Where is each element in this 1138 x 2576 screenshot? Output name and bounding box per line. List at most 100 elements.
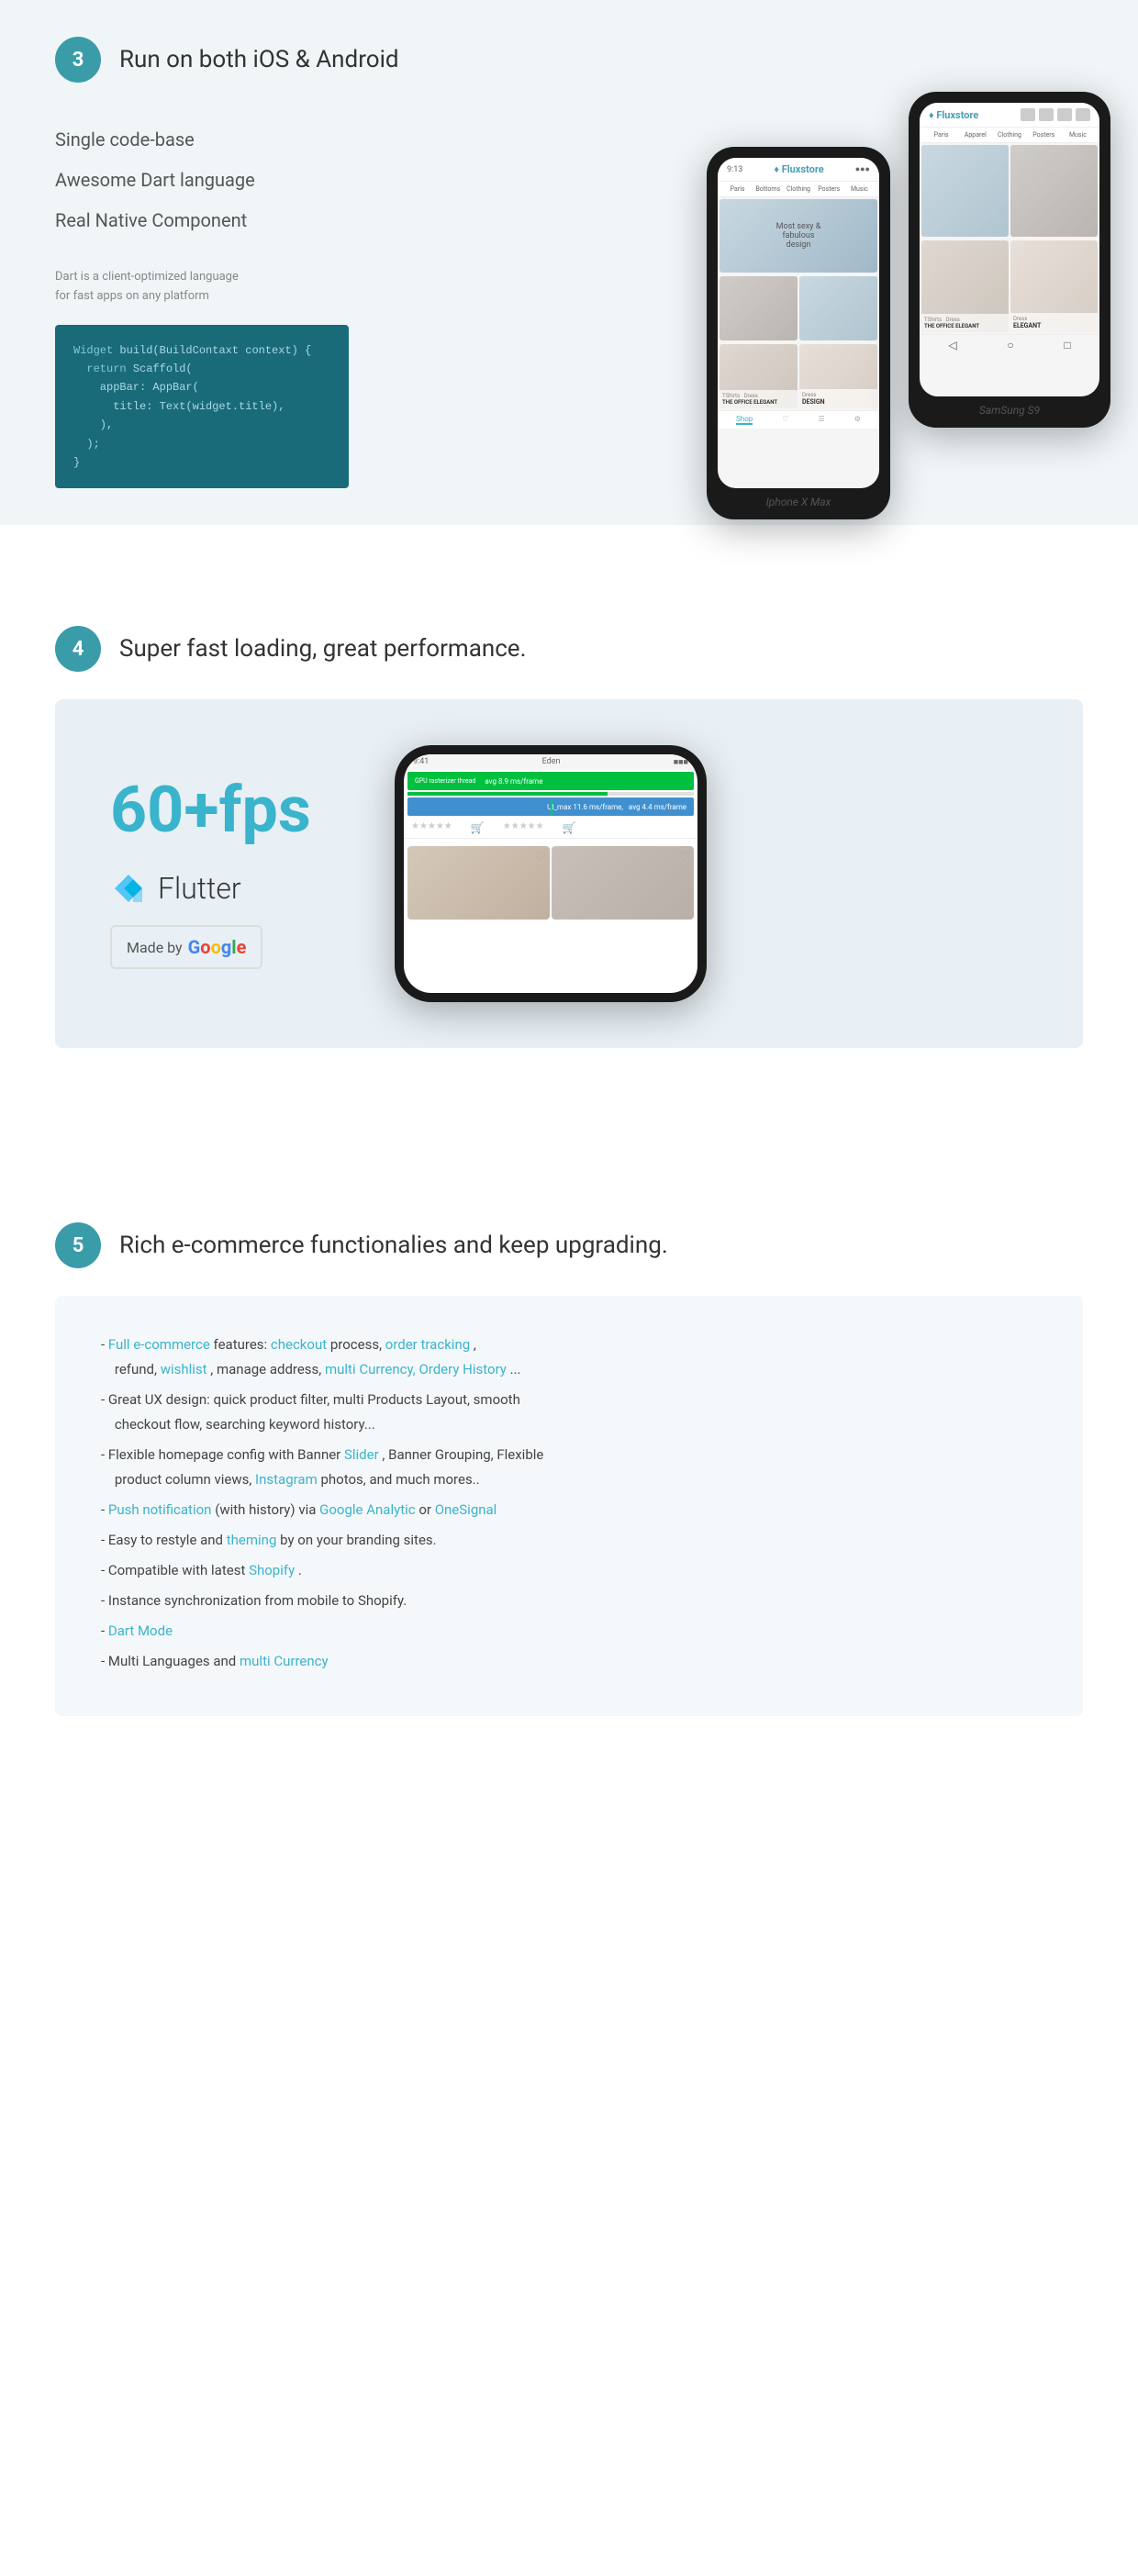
product-grid-android: For Slim FOR SLIM & BEAUTY For Gen HANG … xyxy=(920,143,1099,239)
section-3: 3 Run on both iOS & Android Single code-… xyxy=(0,0,1138,525)
section-4: 4 Super fast loading, great performance.… xyxy=(0,580,1138,1094)
feature-ecommerce-dash: - xyxy=(101,1336,108,1353)
feature-homepage-text2: , Banner Grouping, Flexible xyxy=(382,1446,543,1463)
section-5-body: - Full e-commerce features: checkout pro… xyxy=(55,1296,1083,1716)
section-4-body: 60+fps Flutter Made by Google xyxy=(55,699,1083,1048)
perf-status-bar: 9:41 Eden ■■■ xyxy=(404,754,697,770)
perf-bar-top-label: avg 8.9 ms/frame xyxy=(485,777,542,786)
perf-bar-bottom-label: avg 4.4 ms/frame xyxy=(629,803,686,811)
feature-dart-mode-link: Dart Mode xyxy=(108,1623,173,1639)
app-bar-android: ♦ Fluxstore xyxy=(920,103,1099,128)
perf-line xyxy=(551,799,552,816)
iphone-label: Iphone X Max xyxy=(718,496,879,508)
nav-icon-3 xyxy=(1057,108,1072,121)
feature-push-link: Push notification xyxy=(108,1501,212,1518)
feature-ecommerce-text5: ... xyxy=(510,1361,521,1377)
product-dress-iphone: Dress DESIGN xyxy=(799,344,877,408)
flutter-icon xyxy=(110,870,147,907)
product-slim-iphone: TShirts ELEGANT xyxy=(799,276,877,340)
app-title-android: ♦ Fluxstore xyxy=(929,109,978,121)
cat-a-paris: Paris xyxy=(925,131,957,139)
android-screen: ♦ Fluxstore Paris Apparel Clothing Poste… xyxy=(920,103,1099,396)
section-5-number: 5 xyxy=(55,1222,101,1268)
feature-theming-text1: - Easy to restyle and xyxy=(101,1532,227,1548)
perf-product-1: ♡ xyxy=(407,846,550,920)
feature-homepage-text1: - Flexible homepage config with Banner xyxy=(101,1446,344,1463)
android-mockup: ♦ Fluxstore Paris Apparel Clothing Poste… xyxy=(909,92,1110,428)
cat-posters: Posters xyxy=(815,185,843,193)
android-nav-bar: ◁ ○ □ xyxy=(920,334,1099,355)
nav-icon-4 xyxy=(1076,108,1090,121)
feature-dart-language: Awesome Dart language xyxy=(55,160,441,200)
product-hang-android: For Gen HANG OUT & PARTY xyxy=(1010,145,1098,237)
product-img-android-slim xyxy=(921,145,1009,237)
section-3-header: 3 Run on both iOS & Android xyxy=(55,37,1083,83)
feature-ux: - Great UX design: quick product filter,… xyxy=(101,1388,1037,1437)
perf-bar-bottom-label-left: UI_max 11.6 ms/frame, xyxy=(547,803,623,811)
feature-theming-link: theming xyxy=(227,1532,277,1548)
feature-languages-text1: - Multi Languages and xyxy=(101,1653,240,1669)
feature-single-codebase: Single code-base xyxy=(55,119,441,160)
feature-sync: - Instance synchronization from mobile t… xyxy=(101,1589,1037,1613)
cat-bottoms: Bottoms xyxy=(753,185,782,193)
google-badge: Made by Google xyxy=(110,925,262,969)
cat-clothing: Clothing xyxy=(784,185,812,193)
feature-list: Single code-base Awesome Dart language R… xyxy=(55,119,441,240)
perf-bars-container: GPU rasterizer thread avg 8.9 ms/frame U… xyxy=(404,772,697,816)
perf-bar-top: GPU rasterizer thread avg 8.9 ms/frame xyxy=(407,772,694,790)
feature-ecommerce-text1: features: xyxy=(214,1336,271,1353)
feature-instagram-link: Instagram xyxy=(255,1471,318,1488)
perf-product-2: ♡ xyxy=(552,846,694,920)
iphone-mockup: 9:13 ♦ Fluxstore ●●● Paris Bottoms Cloth… xyxy=(707,147,890,519)
feature-sync-text: - Instance synchronization from mobile t… xyxy=(101,1592,407,1609)
iphone-screen: 9:13 ♦ Fluxstore ●●● Paris Bottoms Cloth… xyxy=(718,158,879,488)
perf-battery: ■■■ xyxy=(674,757,688,767)
feature-push-text2: or xyxy=(418,1501,434,1518)
nav-icon-2 xyxy=(1039,108,1054,121)
feature-ecommerce-link: Full e-commerce xyxy=(108,1336,210,1353)
divider-1 xyxy=(0,525,1138,552)
perf-ratings-row: ★★★★★ 🛒 ★★★★★ 🛒 xyxy=(404,818,697,839)
feature-shopify-text2: . xyxy=(298,1562,302,1578)
product-hang-iphone: For Gen HANG OUT & PARTY xyxy=(720,276,798,340)
section-5-title: Rich e-commerce functionalies and keep u… xyxy=(119,1232,668,1259)
section-4-right: 9:41 Eden ■■■ GPU rasterizer thread avg … xyxy=(395,745,1028,1002)
feature-homepage-text3: photos, and much mores.. xyxy=(320,1471,479,1488)
feature-checkout-link: checkout xyxy=(271,1336,327,1353)
app-bar-iphone: 9:13 ♦ Fluxstore ●●● xyxy=(718,158,879,182)
app-nav-icons-android xyxy=(1021,108,1090,121)
feature-push-text1: (with history) via xyxy=(215,1501,319,1518)
feature-multicurrency-link: multi Currency, Ordery History xyxy=(325,1361,507,1377)
product-img-slim xyxy=(799,276,877,340)
feature-multi-currency-link: multi Currency xyxy=(240,1653,329,1669)
product-img-android-office xyxy=(921,240,1009,332)
feature-theming: - Easy to restyle and theming by on your… xyxy=(101,1528,1037,1553)
product-img-office xyxy=(720,344,798,408)
section-3-left: Single code-base Awesome Dart language R… xyxy=(55,110,441,488)
flutter-logo-container: Flutter xyxy=(110,870,340,907)
feature-slider-link: Slider xyxy=(344,1446,379,1463)
product-img-dress xyxy=(799,344,877,408)
section-5-header: 5 Rich e-commerce functionalies and keep… xyxy=(55,1222,1083,1268)
feature-order-tracking-link: order tracking xyxy=(385,1336,470,1353)
google-text: Google xyxy=(188,936,247,958)
product-slim-android: For Slim FOR SLIM & BEAUTY xyxy=(921,145,1009,237)
product-office-android: TShirts Dress THE OFFICE ELEGANT xyxy=(921,240,1009,332)
perf-phone: 9:41 Eden ■■■ GPU rasterizer thread avg … xyxy=(395,745,707,1002)
cat-a-music: Music xyxy=(1062,131,1094,139)
feature-shopify: - Compatible with latest Shopify . xyxy=(101,1558,1037,1583)
cat-paris: Paris xyxy=(723,185,752,193)
feature-ux-text: - Great UX design: quick product filter,… xyxy=(101,1391,520,1408)
section-4-number: 4 xyxy=(55,626,101,672)
feature-shopify-text1: - Compatible with latest xyxy=(101,1562,249,1578)
product-grid-android-2: TShirts Dress THE OFFICE ELEGANT Dress E… xyxy=(920,239,1099,334)
feature-onesignal-link: OneSignal xyxy=(435,1501,497,1518)
feature-shopify-link: Shopify xyxy=(249,1562,295,1578)
perf-spacer-1 xyxy=(407,792,694,796)
feature-google-analytic-link: Google Analytic xyxy=(319,1501,415,1518)
feature-ecommerce-text2: process, xyxy=(330,1336,385,1353)
feature-homepage: - Flexible homepage config with Banner S… xyxy=(101,1443,1037,1492)
cat-a-posters: Posters xyxy=(1028,131,1060,139)
perf-heart-2: ♡ xyxy=(678,850,690,864)
product-img-android-dress xyxy=(1010,240,1098,332)
